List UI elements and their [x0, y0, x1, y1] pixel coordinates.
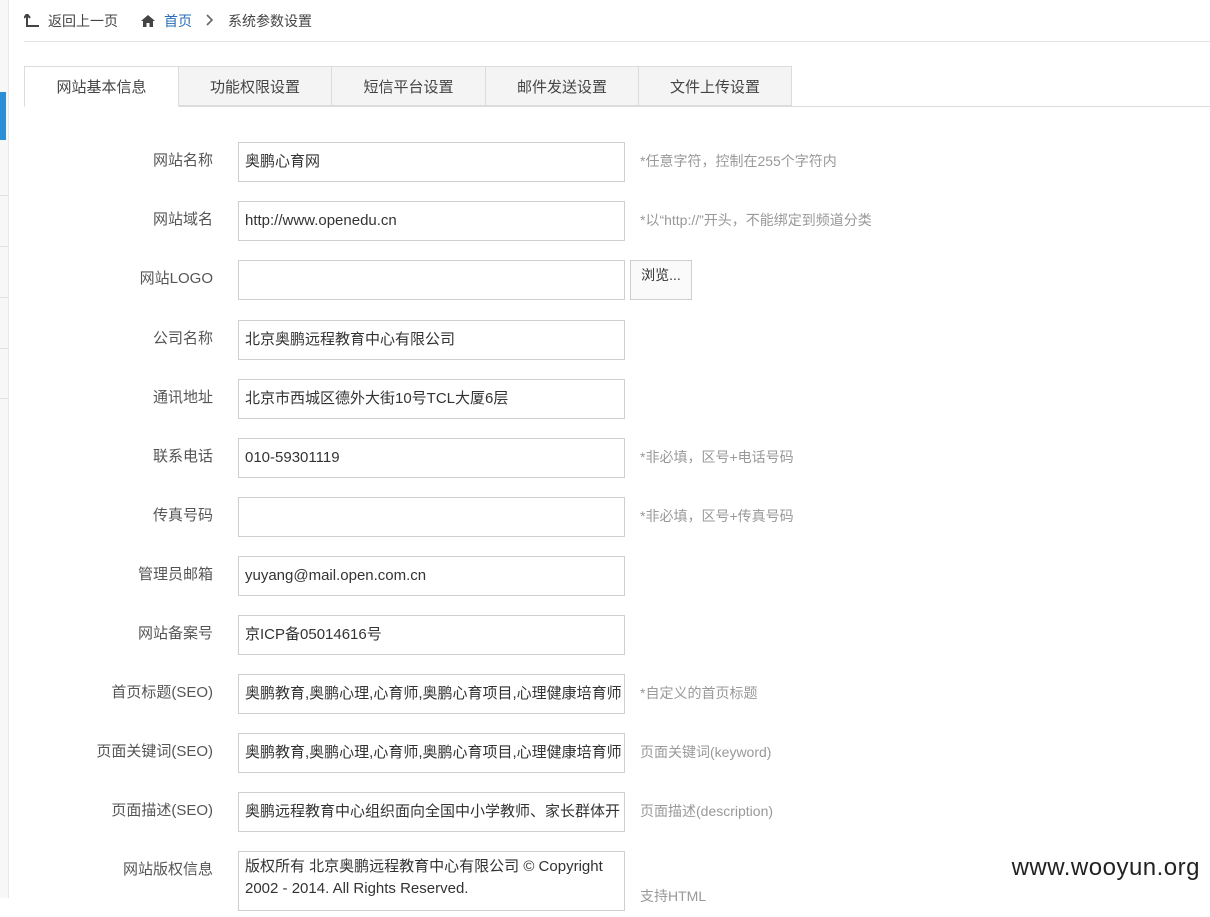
sidebar-divider [0, 195, 8, 196]
seo-keywords-input[interactable]: 奥鹏教育,奥鹏心理,心育师,奥鹏心育项目,心理健康培育师 [238, 733, 625, 773]
phone-input[interactable]: 010-59301119 [238, 438, 625, 478]
seo-keywords-label: 页面关键词(SEO) [96, 743, 213, 760]
seo-keywords-hint: 页面关键词(keyword) [640, 744, 772, 760]
breadcrumb-home-label: 首页 [164, 12, 192, 29]
address-input[interactable]: 北京市西城区德外大街10号TCL大厦6层 [238, 379, 625, 419]
tab-sms-platform[interactable]: 短信平台设置 [331, 66, 486, 106]
breadcrumb-current: 系统参数设置 [228, 12, 312, 29]
phone-hint: *非必填，区号+电话号码 [640, 449, 794, 465]
admin-email-label: 管理员邮箱 [137, 566, 213, 583]
form-row-seo-title: 首页标题(SEO) 奥鹏教育,奥鹏心理,心育师,奥鹏心育项目,心理健康培育师 *… [0, 674, 1210, 714]
site-logo-label: 网站LOGO [139, 270, 213, 287]
site-domain-label: 网站域名 [152, 211, 213, 228]
tab-permissions[interactable]: 功能权限设置 [178, 66, 332, 106]
tab-file-upload[interactable]: 文件上传设置 [638, 66, 792, 106]
seo-description-label: 页面描述(SEO) [111, 802, 213, 819]
site-logo-file-input[interactable] [238, 260, 625, 300]
seo-title-hint: *自定义的首页标题 [640, 685, 758, 701]
seo-title-label: 首页标题(SEO) [111, 684, 213, 701]
sidebar-divider [0, 246, 8, 247]
back-link-label: 返回上一页 [48, 12, 118, 29]
seo-title-input[interactable]: 奥鹏教育,奥鹏心理,心育师,奥鹏心育项目,心理健康培育师 [238, 674, 625, 714]
address-label: 通讯地址 [152, 389, 213, 406]
copyright-textarea[interactable]: 版权所有 北京奥鹏远程教育中心有限公司 © Copyright 2002 - 2… [238, 851, 625, 911]
breadcrumb-home[interactable]: 首页 [140, 11, 192, 31]
copyright-label: 网站版权信息 [122, 861, 213, 878]
form-row-site-name: 网站名称 奥鹏心育网 *任意字符，控制在255个字符内 [0, 142, 1210, 182]
form-row-site-logo: 网站LOGO 浏览... [0, 260, 1210, 300]
site-domain-hint: *以“http://”开头，不能绑定到频道分类 [640, 212, 872, 228]
site-domain-input[interactable]: http://www.openedu.cn [238, 201, 625, 241]
admin-email-input[interactable]: yuyang@mail.open.com.cn [238, 556, 625, 596]
site-name-label: 网站名称 [152, 152, 213, 169]
copyright-hint: 支持HTML [640, 888, 707, 904]
form-row-seo-description: 页面描述(SEO) 奥鹏远程教育中心组织面向全国中小学教师、家长群体开 页面描述… [0, 792, 1210, 832]
back-link[interactable]: 返回上一页 [24, 11, 118, 31]
form-row-admin-email: 管理员邮箱 yuyang@mail.open.com.cn [0, 556, 1210, 596]
form-row-icp: 网站备案号 京ICP备05014616号 [0, 615, 1210, 655]
company-name-label: 公司名称 [152, 330, 213, 347]
form-row-address: 通讯地址 北京市西城区德外大街10号TCL大厦6层 [0, 379, 1210, 419]
icp-input[interactable]: 京ICP备05014616号 [238, 615, 625, 655]
browse-button[interactable]: 浏览... [630, 260, 692, 300]
form-row-company-name: 公司名称 北京奥鹏远程教育中心有限公司 [0, 320, 1210, 360]
breadcrumb: 返回上一页 首页 系统参数设置 [24, 0, 1210, 42]
tab-basic-info[interactable]: 网站基本信息 [24, 66, 179, 107]
form-row-seo-keywords: 页面关键词(SEO) 奥鹏教育,奥鹏心理,心育师,奥鹏心育项目,心理健康培育师 … [0, 733, 1210, 773]
seo-description-input[interactable]: 奥鹏远程教育中心组织面向全国中小学教师、家长群体开 [238, 792, 625, 832]
tab-email-settings[interactable]: 邮件发送设置 [485, 66, 639, 106]
form-row-site-domain: 网站域名 http://www.openedu.cn *以“http://”开头… [0, 201, 1210, 241]
fax-input[interactable] [238, 497, 625, 537]
watermark: www.wooyun.org [1011, 854, 1200, 881]
fax-hint: *非必填，区号+传真号码 [640, 508, 794, 524]
settings-tabs: 网站基本信息 功能权限设置 短信平台设置 邮件发送设置 文件上传设置 [24, 66, 1210, 107]
form-row-phone: 联系电话 010-59301119 *非必填，区号+电话号码 [0, 438, 1210, 478]
company-name-input[interactable]: 北京奥鹏远程教育中心有限公司 [238, 320, 625, 360]
site-name-input[interactable]: 奥鹏心育网 [238, 142, 625, 182]
phone-label: 联系电话 [152, 448, 213, 465]
return-arrow-icon [24, 13, 39, 27]
fax-label: 传真号码 [152, 507, 213, 524]
home-icon [141, 14, 155, 27]
chevron-right-icon [206, 13, 214, 29]
sidebar-active-marker [0, 92, 6, 140]
site-name-hint: *任意字符，控制在255个字符内 [640, 153, 837, 169]
seo-description-hint: 页面描述(description) [640, 803, 774, 819]
form-row-fax: 传真号码 *非必填，区号+传真号码 [0, 497, 1210, 537]
icp-label: 网站备案号 [137, 625, 213, 642]
